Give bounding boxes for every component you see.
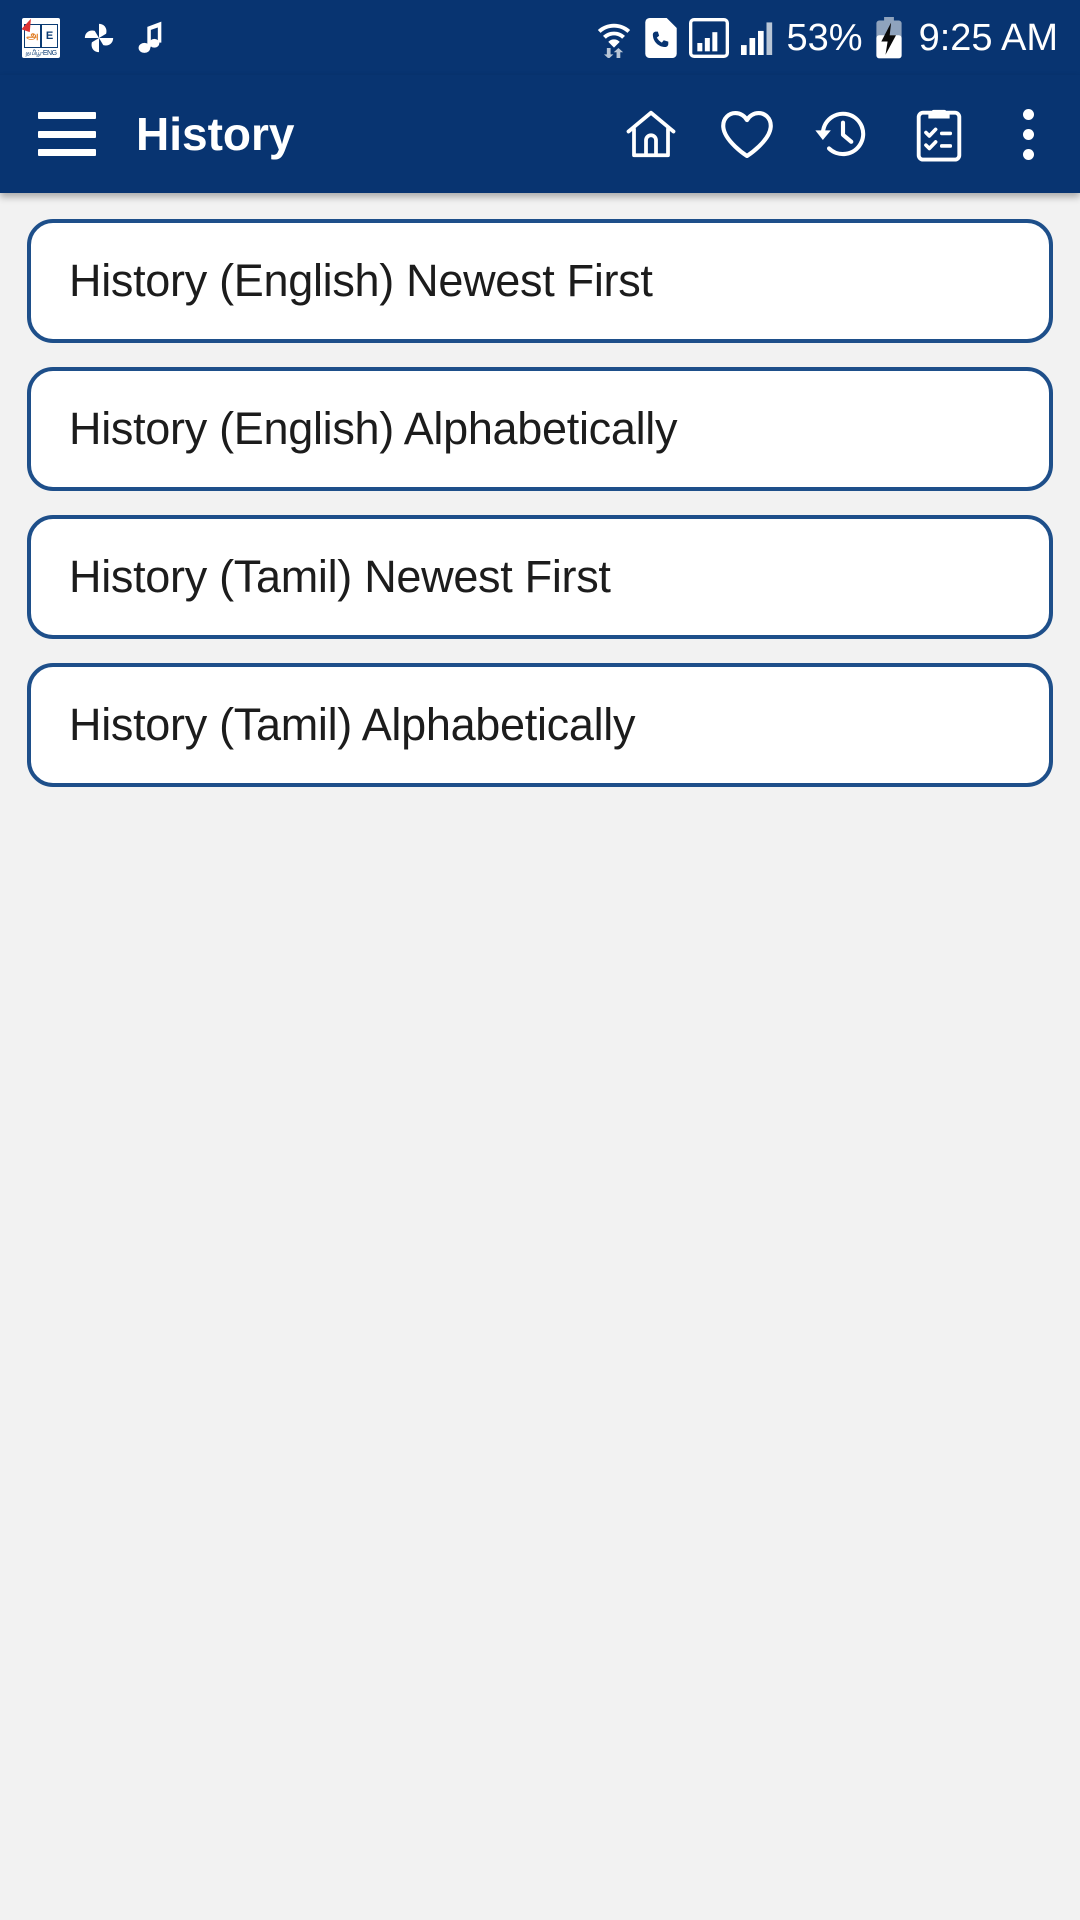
wordlist-button[interactable]	[906, 101, 972, 167]
hamburger-bar-3	[38, 149, 96, 156]
home-icon	[626, 110, 676, 158]
history-english-newest-button[interactable]: History (English) Newest First	[27, 219, 1053, 343]
list-item-label: History (English) Newest First	[69, 255, 653, 306]
history-button[interactable]	[810, 101, 876, 167]
status-bar-clock: 9:25 AM	[918, 16, 1058, 59]
battery-percentage: 53%	[786, 16, 863, 59]
overflow-menu-button[interactable]	[1006, 101, 1050, 167]
sim-call-icon	[644, 17, 677, 58]
status-bar-right-icons: 53% 9:25 AM	[595, 16, 1058, 59]
app-bar-actions	[618, 101, 1050, 167]
list-item-label: History (Tamil) Alphabetically	[69, 699, 636, 750]
list-item-label: History (Tamil) Newest First	[69, 551, 611, 602]
dictionary-icon-right-glyph: E	[41, 23, 58, 48]
heart-icon	[721, 111, 773, 159]
wifi-icon	[597, 23, 630, 58]
history-english-alphabetical-button[interactable]: History (English) Alphabetically	[27, 367, 1053, 491]
page-title: History	[136, 108, 295, 160]
favorites-button[interactable]	[714, 101, 780, 167]
dictionary-app-icon: அ E தமிழ்-ENG	[22, 17, 60, 58]
history-tamil-newest-button[interactable]: History (Tamil) Newest First	[27, 515, 1053, 639]
music-note-icon	[138, 21, 162, 53]
history-options-list: History (English) Newest First History (…	[0, 193, 1080, 1920]
history-clock-icon	[815, 111, 866, 157]
dictionary-icon-subtitle: தமிழ்-ENG	[25, 49, 57, 57]
overflow-dot-3	[1022, 148, 1034, 160]
battery-charging-icon	[875, 16, 902, 58]
overflow-dot-2	[1022, 128, 1034, 140]
list-item-label: History (English) Alphabetically	[69, 403, 678, 454]
history-tamil-alphabetical-button[interactable]: History (Tamil) Alphabetically	[27, 663, 1053, 787]
app-bar: History	[0, 75, 1080, 193]
hamburger-bar-1	[38, 112, 96, 119]
status-bar: அ E தமிழ்-ENG 53% 9:25 AM	[0, 0, 1080, 75]
status-bar-left-icons: அ E தமிழ்-ENG	[22, 17, 166, 58]
overflow-dot-1	[1022, 108, 1034, 120]
clipboard-checklist-icon	[916, 109, 962, 162]
signal-bars-icon	[740, 21, 772, 55]
signal-boxed-icon	[688, 17, 729, 58]
home-button[interactable]	[618, 101, 684, 167]
hamburger-bar-2	[38, 130, 96, 138]
pinwheel-icon	[84, 23, 114, 52]
hamburger-menu-icon[interactable]	[38, 112, 96, 156]
